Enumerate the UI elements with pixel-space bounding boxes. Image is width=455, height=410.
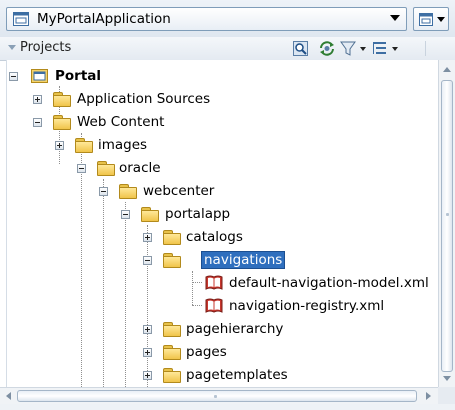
tree-node-images[interactable]: images: [98, 137, 147, 153]
scroll-left-icon[interactable]: [6, 392, 11, 400]
folder-icon: [163, 322, 181, 337]
tree-node-pages[interactable]: pages: [186, 344, 227, 360]
grip-icon: [214, 395, 217, 398]
folder-icon: [119, 184, 137, 199]
application-selector[interactable]: MyPortalApplication: [6, 7, 407, 31]
chevron-down-icon[interactable]: [390, 15, 400, 21]
folder-icon: [97, 161, 115, 176]
tree-node-oracle[interactable]: oracle: [119, 160, 161, 176]
scroll-right-icon[interactable]: [426, 392, 431, 400]
application-name: MyPortalApplication: [37, 11, 171, 27]
tree-connector: [147, 225, 148, 387]
folder-icon: [53, 115, 71, 130]
tree-node-default-navigation-model[interactable]: default-navigation-model.xml: [229, 275, 429, 291]
sort-icon[interactable]: [372, 40, 402, 57]
folder-icon: [75, 138, 93, 153]
application-menu-button[interactable]: [413, 7, 449, 31]
tree-node-portal[interactable]: Portal: [55, 68, 101, 84]
xml-file-icon: [205, 275, 223, 290]
collapse-icon[interactable]: [33, 118, 42, 127]
application-bar: MyPortalApplication: [0, 0, 455, 38]
folder-icon: [163, 230, 181, 245]
toolbar-separator: [425, 41, 426, 56]
tree-node-web-content[interactable]: Web Content: [77, 114, 164, 130]
tree-connector: [125, 202, 126, 387]
horizontal-scroll-thumb[interactable]: [17, 390, 417, 402]
tree-connector: [192, 305, 202, 306]
collapse-icon[interactable]: [121, 210, 130, 219]
expand-icon[interactable]: [143, 325, 152, 334]
tree-node-catalogs[interactable]: catalogs: [186, 229, 243, 245]
xml-file-icon: [205, 298, 223, 313]
refresh-icon[interactable]: [318, 40, 336, 57]
tree-connector: [192, 282, 202, 283]
tree-node-pagetemplates[interactable]: pagetemplates: [186, 367, 288, 383]
project-tree: Portal Application Sources Web Content i…: [6, 60, 439, 387]
collapse-icon[interactable]: [143, 256, 152, 265]
collapse-icon[interactable]: [9, 72, 18, 81]
tree-node-pagehierarchy[interactable]: pagehierarchy: [186, 321, 283, 337]
expand-icon[interactable]: [55, 141, 64, 150]
collapse-icon[interactable]: [77, 164, 86, 173]
tree-connector: [192, 271, 193, 305]
folder-icon: [163, 368, 181, 383]
vertical-scroll-thumb[interactable]: [441, 80, 453, 372]
tree-node-application-sources[interactable]: Application Sources: [77, 91, 210, 107]
scroll-up-icon[interactable]: [443, 67, 451, 72]
tree-node-navigations[interactable]: navigations: [200, 251, 286, 269]
projects-title: Projects: [20, 40, 72, 55]
filter-icon[interactable]: [340, 40, 368, 57]
tree-node-portalapp[interactable]: portalapp: [165, 206, 230, 222]
folder-icon: [53, 92, 71, 107]
tree-node-navigation-registry[interactable]: navigation-registry.xml: [229, 298, 384, 314]
portal-project-icon: [31, 69, 48, 83]
folder-icon: [163, 253, 181, 268]
grip-icon: [446, 213, 449, 216]
scrollbar-corner: [438, 387, 455, 404]
application-icon: [13, 12, 29, 26]
tree-node-webcenter[interactable]: webcenter: [143, 183, 214, 199]
folder-icon: [141, 207, 159, 222]
application-menu-icon: [419, 13, 433, 26]
expand-icon[interactable]: [143, 371, 152, 380]
expand-icon[interactable]: [33, 95, 42, 104]
projects-header: Projects: [0, 37, 455, 61]
expand-icon[interactable]: [143, 348, 152, 357]
panel-bottom-edge: [0, 404, 455, 410]
horizontal-scrollbar[interactable]: [0, 387, 438, 405]
expand-icon[interactable]: [143, 233, 152, 242]
tree-connector: [103, 179, 104, 387]
find-icon[interactable]: [293, 40, 309, 57]
collapse-icon[interactable]: [99, 187, 108, 196]
collapse-panel-icon[interactable]: [8, 45, 16, 50]
scroll-down-icon[interactable]: [443, 376, 451, 381]
vertical-scrollbar[interactable]: [438, 60, 455, 387]
folder-icon: [163, 345, 181, 360]
chevron-down-icon: [437, 17, 445, 22]
